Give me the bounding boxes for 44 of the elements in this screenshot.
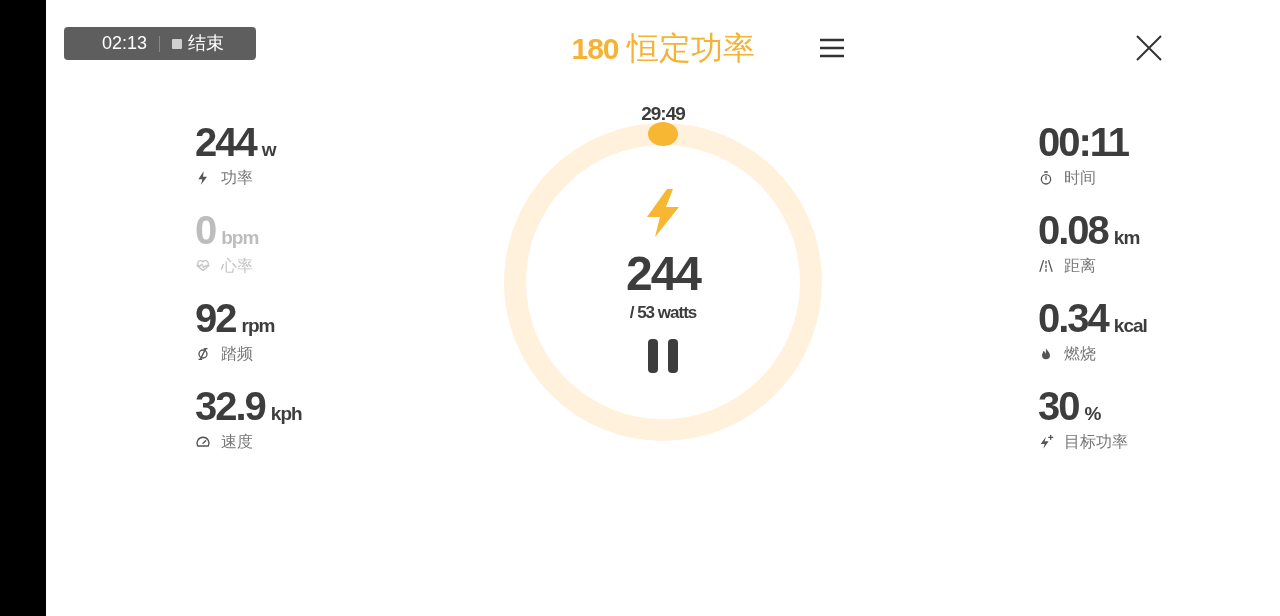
road-icon (1038, 258, 1054, 274)
stopwatch-icon (1038, 170, 1054, 186)
metric-unit: w (261, 138, 276, 162)
metric-value: 0.34 (1038, 295, 1108, 342)
metric-label: 燃烧 (1064, 344, 1096, 364)
metric-unit: kcal (1113, 314, 1147, 338)
metric-value: 0.08 (1038, 207, 1108, 254)
speedometer-icon (195, 434, 211, 450)
current-power: 244 (625, 248, 701, 300)
heart-pulse-icon (195, 258, 211, 274)
metric-label: 时间 (1064, 168, 1096, 188)
pause-icon (647, 337, 679, 374)
metric-unit: bpm (221, 226, 259, 250)
metric-value: 0 (195, 207, 216, 254)
metric-label: 目标功率 (1064, 432, 1128, 452)
metric-unit: % (1084, 402, 1101, 426)
metric-value: 32.9 (195, 383, 265, 430)
metric-value: 92 (195, 295, 236, 342)
remaining-timer: 29:49 (641, 102, 685, 126)
target-power: / 53 watts (629, 302, 697, 324)
metric-label: 心率 (221, 256, 253, 276)
title-number: 180 (571, 31, 619, 67)
progress-thumb[interactable] (647, 121, 679, 147)
metric-value: 00:11 (1038, 119, 1129, 166)
metric-unit: km (1113, 226, 1140, 250)
metric-unit: kph (270, 402, 302, 426)
menu-button[interactable] (818, 37, 845, 59)
metric-label: 踏频 (221, 344, 253, 364)
metric-label: 功率 (221, 168, 253, 188)
metric-unit: rpm (241, 314, 275, 338)
metric-label: 距离 (1064, 256, 1096, 276)
pedal-icon (195, 346, 211, 362)
bolt-plus-icon (1038, 434, 1054, 450)
stop-icon (172, 38, 183, 49)
menu-icon (818, 37, 845, 59)
metric-value: 244 (195, 119, 256, 166)
recording-time: 02:13 (102, 32, 148, 55)
metric-label: 速度 (221, 432, 253, 452)
pause-button[interactable] (647, 337, 679, 374)
stop-recording-button[interactable]: 结束 (172, 30, 225, 57)
close-button[interactable] (1135, 34, 1163, 62)
close-icon (1135, 34, 1163, 62)
metric-value: 30 (1038, 383, 1079, 430)
title-text: 恒定功率 (626, 29, 755, 68)
